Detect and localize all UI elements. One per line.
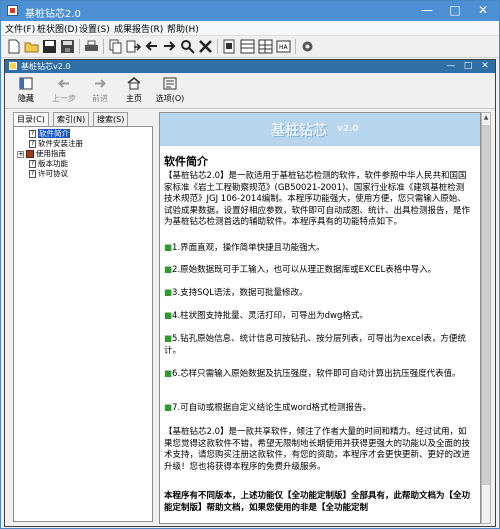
topic-banner: 基桩钻芯 v2.0	[160, 113, 480, 146]
bullet-icon: ■	[164, 403, 173, 413]
import-icon[interactable]	[125, 38, 142, 55]
title-bar: 基桩钻芯2.0 — □ ✕	[1, 1, 499, 21]
bullet-icon: ■	[164, 369, 173, 379]
back-label: 上一步	[52, 94, 76, 103]
scroll-up-icon[interactable]: ▲	[482, 113, 490, 123]
save-as-icon[interactable]	[59, 38, 76, 55]
open-folder-icon[interactable]	[23, 38, 40, 55]
options-label: 选项(O)	[155, 94, 185, 103]
feature-item: ■5.钻孔原始信息、统计信息可按钻孔、按分层列表，可导出为excel表，方便统计…	[164, 334, 466, 356]
hide-label: 隐藏	[18, 94, 34, 103]
closing-paragraph: 【基桩钻芯2.0】是一款共享软件，倾注了作者大量的时间和精力。经过试用，如果您觉…	[164, 427, 471, 472]
help-window: 基桩钻芯v2.0 — □ ✕ 隐藏 上一步 前进 主页 选项(O) 目录(C) …	[4, 59, 496, 527]
help-app-icon	[9, 62, 17, 70]
scroll-thumb[interactable]	[482, 125, 490, 485]
tab-contents[interactable]: 目录(C)	[13, 112, 49, 127]
forward-label: 前进	[92, 94, 108, 103]
help-topic-icon: ?	[29, 140, 36, 148]
help-toolbar: 隐藏 上一步 前进 主页 选项(O)	[5, 74, 495, 109]
help-title-bar: 基桩钻芯v2.0 — □ ✕	[5, 60, 495, 73]
back-arrow-icon	[57, 77, 71, 90]
menu-help[interactable]: 帮助(H)	[167, 22, 199, 35]
maximize-icon[interactable]: □	[441, 1, 469, 21]
book-icon	[26, 150, 34, 158]
delete-icon[interactable]	[197, 38, 214, 55]
close-icon[interactable]: ✕	[469, 1, 497, 21]
help-topic-icon: ?	[29, 170, 36, 178]
feature-item: ■1.界面直观，操作简单快捷且功能强大。	[164, 243, 325, 253]
bullet-icon: ■	[164, 288, 173, 298]
menu-file[interactable]: 文件(F)	[5, 22, 35, 35]
forward-arrow-icon	[93, 77, 107, 90]
hide-icon	[19, 77, 33, 90]
forward-button[interactable]: 前进	[83, 77, 117, 107]
feature-item: ■4.柱状图支持批量、灵活打印，可导出为dwg格式。	[164, 311, 368, 321]
home-label: 主页	[126, 94, 142, 103]
minimize-icon[interactable]: —	[413, 1, 441, 21]
tab-index[interactable]: 索引(N)	[53, 112, 90, 126]
tree-item-version[interactable]: ? 版本功能	[29, 159, 68, 169]
expand-icon[interactable]: +	[17, 150, 24, 158]
back-arrow-icon[interactable]	[143, 38, 160, 55]
menu-bar: 文件(F) 桩状图(D) 设置(S) 成果报告(R) 帮助(H)	[1, 21, 499, 36]
content-scrollbar[interactable]: ▲	[481, 112, 491, 524]
tree-item-license[interactable]: ? 许可协议	[29, 169, 68, 179]
banner-version: v2.0	[337, 124, 359, 134]
help-topic-icon: ?	[29, 160, 36, 168]
toolbar: HA	[1, 36, 499, 58]
bullet-icon: ■	[164, 334, 173, 344]
search-icon[interactable]	[179, 38, 196, 55]
settings-icon[interactable]	[299, 38, 316, 55]
copy-icon[interactable]	[107, 38, 124, 55]
tab-search[interactable]: 搜索(S)	[93, 112, 129, 126]
new-file-icon[interactable]	[5, 38, 22, 55]
forward-arrow-icon[interactable]	[161, 38, 178, 55]
topic-content: 基桩钻芯 v2.0 软件简介 【基桩钻芯2.0】是一款适用于基桩钻芯检测的软件，…	[159, 112, 481, 524]
tree-item-guide[interactable]: + 使用指南	[17, 149, 66, 159]
menu-settings[interactable]: 设置(S)	[79, 22, 110, 35]
print-icon[interactable]	[83, 38, 100, 55]
main-window: 基桩钻芯2.0 — □ ✕ 文件(F) 桩状图(D) 设置(S) 成果报告(R)…	[0, 0, 500, 529]
help-minimize-icon[interactable]: —	[443, 60, 459, 73]
svg-text:HA: HA	[279, 44, 289, 51]
grid-icon[interactable]	[257, 38, 274, 55]
feature-item: ■3.支持SQL语法，数据可批量修改。	[164, 288, 308, 298]
page-icon[interactable]	[221, 38, 238, 55]
home-icon	[127, 77, 141, 90]
intro-paragraph: 【基桩钻芯2.0】是一款适用于基桩钻芯检测的软件，软件参照中华人民共和国国家标准…	[164, 171, 471, 227]
feature-item: ■7.可自动或根据自定义结论生成word格式检测报告。	[164, 403, 372, 413]
help-close-icon[interactable]: ✕	[477, 60, 493, 73]
bullet-icon: ■	[164, 243, 173, 253]
hide-button[interactable]: 隐藏	[9, 77, 43, 107]
options-button[interactable]: 选项(O)	[151, 77, 189, 107]
tree-item-intro[interactable]: ? 软件简介	[29, 129, 70, 139]
banner-title: 基桩钻芯	[271, 123, 327, 139]
menu-report[interactable]: 成果报告(R)	[114, 22, 163, 35]
help-maximize-icon[interactable]: □	[460, 60, 476, 73]
feature-item: ■6.芯样只需输入原始数据及抗压强度，软件即可自动计算出抗压强度代表值。	[164, 369, 461, 379]
bullet-icon: ■	[164, 265, 173, 275]
save-icon[interactable]	[41, 38, 58, 55]
back-button[interactable]: 上一步	[47, 77, 81, 107]
bullet-icon: ■	[164, 311, 173, 321]
report-icon[interactable]: HA	[275, 38, 292, 55]
tree-item-install[interactable]: ? 软件安装注册	[29, 139, 83, 149]
feature-item: ■2.原始数据既可手工输入，也可以从理正数据库或EXCEL表格中导入。	[164, 265, 437, 275]
app-icon	[7, 5, 18, 16]
window-title: 基桩钻芯2.0	[25, 9, 81, 20]
menu-chart[interactable]: 桩状图(D)	[37, 22, 78, 35]
version-note: 本程序有不同版本，上述功能仅【全功能定制版】全部具有，此帮助文档为【全功能定制版…	[164, 491, 471, 513]
options-icon	[163, 77, 177, 90]
nav-tabs: 目录(C) 索引(N) 搜索(S)	[13, 112, 153, 127]
help-window-title: 基桩钻芯v2.0	[21, 62, 71, 71]
contents-tree: ? 软件简介 ? 软件安装注册 + 使用指南 ? 版本功能 ? 许可协议	[13, 126, 153, 522]
table-icon[interactable]	[239, 38, 256, 55]
page-heading: 软件简介	[164, 155, 208, 168]
help-topic-icon: ?	[29, 130, 36, 138]
home-button[interactable]: 主页	[117, 77, 151, 107]
